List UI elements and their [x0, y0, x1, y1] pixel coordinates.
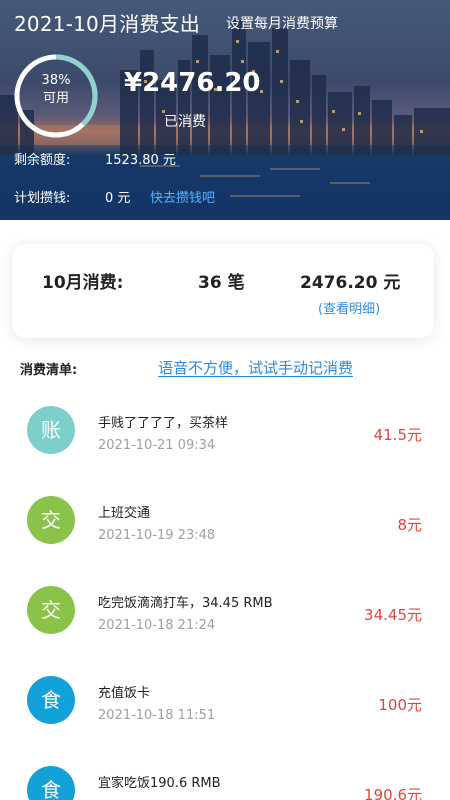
expense-list: 账 手贱了了了了，买茶样 2021-10-21 09:34 41.5元 交 上班…	[0, 386, 450, 800]
expense-time: 2021-10-18 11:51	[98, 708, 216, 723]
ledger-icon: 账	[27, 406, 75, 454]
ring-available: 可用	[42, 91, 69, 106]
transport-icon: 交	[27, 496, 75, 544]
view-details-link[interactable]: (查看明细)	[318, 298, 380, 317]
summary-count: 36 笔	[198, 273, 245, 293]
expense-item[interactable]: 账 手贱了了了了，买茶样 2021-10-21 09:34 41.5元	[0, 386, 450, 476]
expense-time: 2021-10-21 09:34	[98, 438, 216, 453]
monthly-header: 2021-10月消费支出 设置每月消费预算 38% 可用 ¥2476.20 已消…	[0, 0, 450, 220]
expense-amount: 190.6元	[364, 786, 422, 800]
summary-month-label: 10月消费:	[42, 273, 124, 293]
expense-list-title: 消费清单:	[20, 363, 78, 378]
spent-label: 已消费	[164, 114, 206, 130]
expense-item[interactable]: 交 吃完饭滴滴打车，34.45 RMB 2021-10-18 21:24 34.…	[0, 566, 450, 656]
remaining-value: 1523.80 元	[105, 153, 176, 168]
expense-item[interactable]: 交 上班交通 2021-10-19 23:48 8元	[0, 476, 450, 566]
expense-title: 宜家吃饭190.6 RMB	[98, 776, 221, 791]
expense-time: 2021-10-18 21:24	[98, 618, 216, 633]
expense-amount: 100元	[378, 696, 422, 714]
expense-title: 充值饭卡	[98, 686, 151, 701]
spent-amount: ¥2476.20	[124, 68, 261, 98]
expense-title: 吃完饭滴滴打车，34.45 RMB	[98, 596, 273, 611]
planned-saving-label: 计划攒钱:	[14, 191, 71, 206]
expense-amount: 8元	[397, 516, 422, 534]
food-icon: 食	[27, 676, 75, 724]
expense-page: 2021-10月消费支出 设置每月消费预算 38% 可用 ¥2476.20 已消…	[0, 0, 450, 800]
expense-amount: 41.5元	[373, 426, 422, 444]
food-icon: 食	[27, 766, 75, 800]
expense-item[interactable]: 食 宜家吃饭190.6 RMB 190.6元	[0, 746, 450, 800]
expense-title: 手贱了了了了，买茶样	[98, 416, 229, 431]
summary-total: 2476.20 元	[300, 273, 401, 293]
set-monthly-budget-link[interactable]: 设置每月消费预算	[226, 13, 338, 33]
expense-item[interactable]: 食 充值饭卡 2021-10-18 11:51 100元	[0, 656, 450, 746]
page-title: 2021-10月消费支出	[14, 12, 200, 36]
expense-amount: 34.45元	[364, 606, 422, 624]
transport-icon: 交	[27, 586, 75, 634]
monthly-summary-card: 10月消费: 36 笔 2476.20 元 (查看明细)	[12, 244, 434, 338]
expense-title: 上班交通	[98, 506, 151, 521]
manual-entry-link[interactable]: 语音不方便，试试手动记消费	[158, 357, 353, 378]
go-save-link[interactable]: 快去攒钱吧	[150, 187, 215, 206]
planned-saving-value: 0 元	[105, 191, 131, 206]
ring-label: 38% 可用	[12, 72, 100, 108]
expense-time: 2021-10-19 23:48	[98, 528, 216, 543]
remaining-label: 剩余额度:	[14, 153, 71, 168]
ring-percent: 38%	[41, 73, 71, 88]
